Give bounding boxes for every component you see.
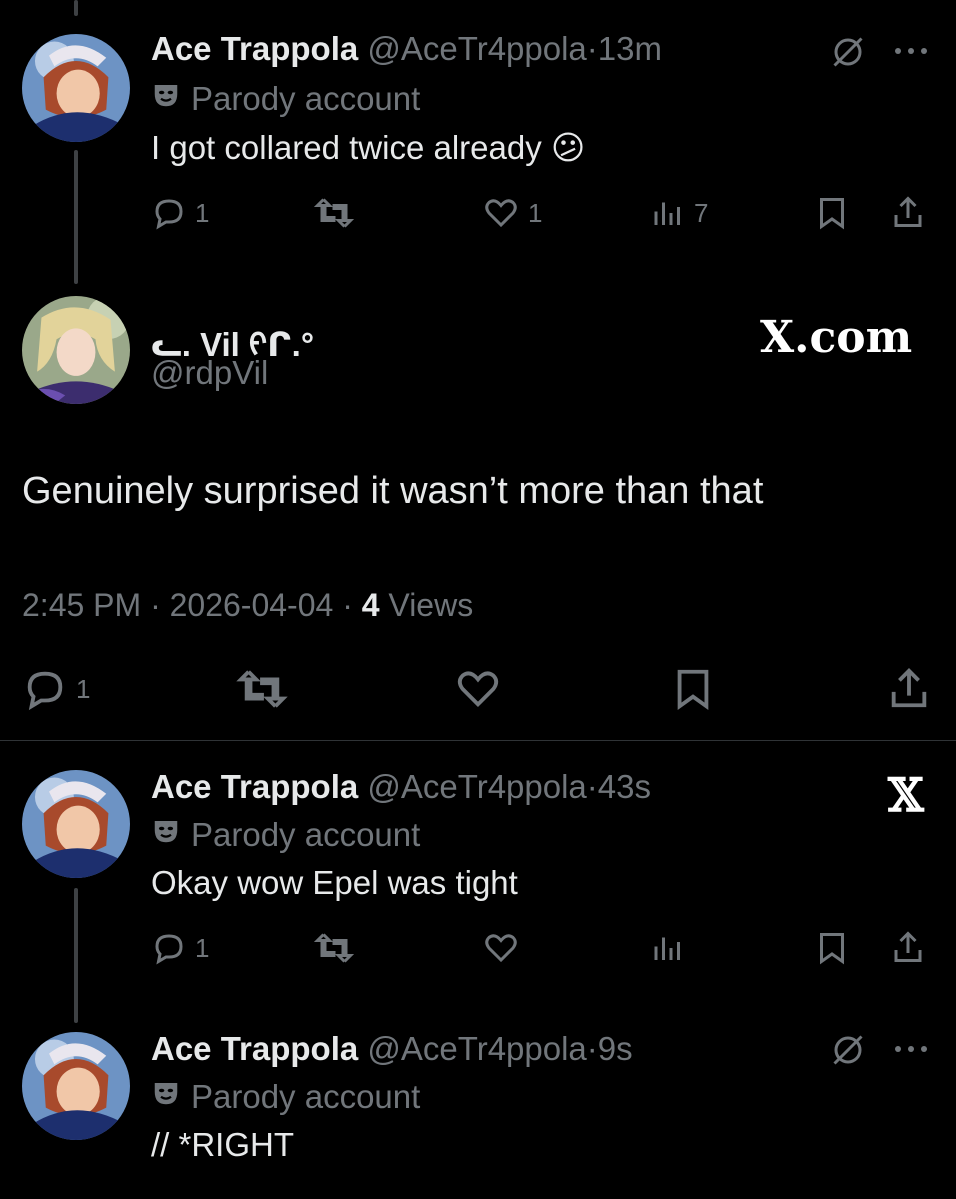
- avatar-ace-2[interactable]: [22, 770, 130, 878]
- parody-label: Parody account: [191, 816, 421, 853]
- repost-button[interactable]: [314, 195, 354, 231]
- separator: ·: [586, 1030, 598, 1067]
- like-count: 1: [528, 197, 543, 228]
- focused-like-button[interactable]: [454, 666, 502, 712]
- x-logo-icon: 𝕏: [888, 768, 924, 822]
- tweet-2-header: Ace Trappola @AceTr4ppola·43s: [151, 768, 651, 806]
- bookmark-button[interactable]: [814, 195, 850, 231]
- confused-emoji: 😕: [550, 129, 586, 166]
- display-name[interactable]: Ace Trappola: [151, 1030, 358, 1067]
- views-icon: [654, 202, 680, 225]
- avatar-ace-3[interactable]: [22, 1032, 130, 1140]
- more-icon[interactable]: [892, 1042, 930, 1060]
- like-button[interactable]: 1: [482, 195, 542, 231]
- display-name[interactable]: Ace Trappola: [151, 768, 358, 805]
- views-icon: [654, 937, 680, 960]
- timestamp[interactable]: 2:45 PM · 2026-04-04 ·: [22, 587, 362, 623]
- reply-button[interactable]: 1: [151, 195, 209, 231]
- share-icon: [894, 931, 922, 962]
- handle[interactable]: @AceTr4ppola: [367, 30, 586, 67]
- thread-line-2: [74, 888, 78, 1023]
- views-label: Views: [379, 587, 474, 623]
- heart-icon: [485, 199, 517, 228]
- focused-share-button[interactable]: [886, 664, 932, 712]
- bookmark-icon: [820, 933, 844, 965]
- parody-label: Parody account: [191, 1078, 421, 1115]
- repost-icon: [236, 670, 288, 708]
- reply-icon: [155, 199, 183, 230]
- tweet-3-header: Ace Trappola @AceTr4ppola·9s: [151, 1030, 633, 1068]
- views-button[interactable]: 7: [650, 195, 708, 231]
- tweet-3-text: // *RIGHT: [151, 1126, 295, 1163]
- repost-icon: [314, 933, 354, 963]
- parody-badge: Parody account: [151, 1078, 420, 1116]
- heart-icon: [485, 934, 517, 963]
- avatar-image: [22, 770, 130, 878]
- reply-count: 1: [76, 673, 91, 704]
- share-button[interactable]: [890, 928, 926, 966]
- tweet-2-text: Okay wow Epel was tight: [151, 864, 518, 901]
- mask-icon: [151, 80, 181, 118]
- repost-button[interactable]: [314, 930, 354, 966]
- share-icon: [894, 196, 922, 227]
- focused-text: Genuinely surprised it wasn’t more than …: [22, 470, 764, 512]
- post-time[interactable]: 43s: [598, 768, 651, 805]
- tweet-1-text: I got collared twice already 😕: [151, 128, 585, 167]
- focused-timestamp-row: 2:45 PM · 2026-04-04 · 4 Views: [22, 587, 473, 624]
- parody-badge: Parody account: [151, 816, 420, 854]
- reply-button[interactable]: 1: [151, 930, 209, 966]
- handle[interactable]: @AceTr4ppola: [367, 768, 586, 805]
- grok-icon[interactable]: [830, 1032, 866, 1073]
- post-time[interactable]: 9s: [598, 1030, 633, 1067]
- parody-label: Parody account: [191, 80, 421, 117]
- view-count: 7: [694, 197, 709, 228]
- handle[interactable]: @AceTr4ppola: [367, 1030, 586, 1067]
- like-button[interactable]: [482, 930, 520, 966]
- repost-icon: [314, 198, 354, 228]
- avatar-ace-1[interactable]: [22, 34, 130, 142]
- tweet-1-header: Ace Trappola @AceTr4ppola·13m: [151, 30, 662, 68]
- avatar-image: [22, 34, 130, 142]
- bookmark-icon: [677, 669, 709, 710]
- reply-icon: [155, 934, 183, 965]
- reply-count: 1: [195, 197, 210, 228]
- watermark-text: X.com: [760, 312, 913, 363]
- post-time[interactable]: 13m: [598, 30, 662, 67]
- focused-bookmark-button[interactable]: [670, 666, 716, 712]
- divider: [0, 740, 956, 741]
- reply-icon: [27, 671, 63, 711]
- focused-repost-button[interactable]: [236, 666, 288, 712]
- bookmark-icon: [820, 198, 844, 230]
- bookmark-button[interactable]: [814, 930, 850, 966]
- avatar-vil[interactable]: [22, 296, 130, 404]
- thread-line-top: [74, 0, 78, 16]
- avatar-image: [22, 1032, 130, 1140]
- views-button[interactable]: [650, 930, 686, 966]
- heart-icon: [457, 671, 499, 708]
- separator: ·: [586, 30, 598, 67]
- views-count: 4: [361, 587, 380, 623]
- grok-icon[interactable]: [830, 34, 866, 75]
- xcom-watermark: X.com: [760, 312, 912, 363]
- more-icon[interactable]: [892, 44, 930, 62]
- mask-icon: [151, 816, 181, 854]
- avatar-image: [22, 296, 130, 404]
- parody-badge: Parody account: [151, 80, 420, 118]
- reply-count: 1: [195, 932, 210, 963]
- thread-line-1: [74, 150, 78, 284]
- separator: ·: [586, 768, 598, 805]
- tweet-text: I got collared twice already: [151, 129, 542, 166]
- focused-reply-button[interactable]: 1: [22, 666, 90, 712]
- share-icon: [891, 668, 927, 708]
- mask-icon: [151, 1078, 181, 1116]
- focused-handle[interactable]: @rdpVil: [151, 354, 268, 392]
- display-name[interactable]: Ace Trappola: [151, 30, 358, 67]
- share-button[interactable]: [890, 193, 926, 231]
